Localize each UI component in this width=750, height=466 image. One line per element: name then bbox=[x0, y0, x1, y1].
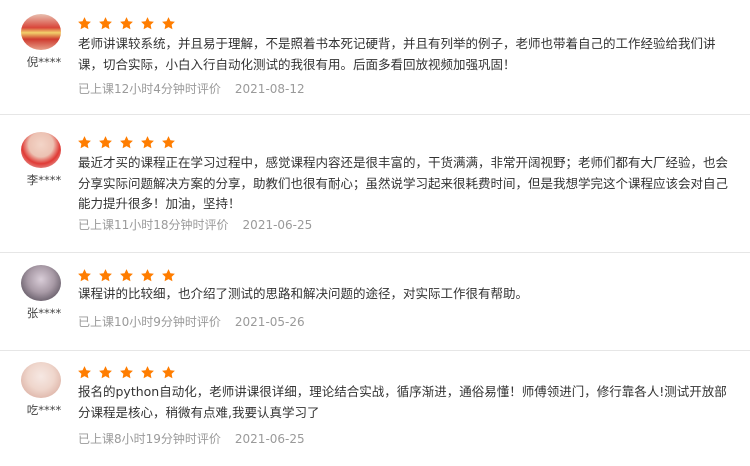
review-date: 2021-06-25 bbox=[242, 218, 313, 232]
study-time: 已上课8小时19分钟时评价 bbox=[78, 432, 221, 446]
username: 吃**** bbox=[26, 403, 62, 417]
study-time: 已上课10小时9分钟时评价 bbox=[78, 315, 221, 329]
review-item: 吃**** 报名的python自动化，老师讲课很详细，理论结合实战，循序渐进，通… bbox=[0, 351, 750, 466]
review-meta: 已上课8小时19分钟时评价 2021-06-25 bbox=[78, 430, 305, 447]
review-meta: 已上课10小时9分钟时评价 2021-05-26 bbox=[78, 313, 305, 330]
star-rating bbox=[77, 16, 176, 31]
avatar[interactable] bbox=[21, 362, 61, 398]
avatar[interactable] bbox=[21, 132, 61, 168]
avatar[interactable] bbox=[21, 265, 61, 301]
star-icon bbox=[98, 135, 113, 150]
star-icon bbox=[119, 365, 134, 380]
review-date: 2021-08-12 bbox=[234, 82, 305, 96]
star-icon bbox=[119, 16, 134, 31]
star-icon bbox=[98, 268, 113, 283]
star-icon bbox=[161, 365, 176, 380]
review-date: 2021-05-26 bbox=[234, 315, 305, 329]
review-comment: 课程讲的比较细，也介绍了测试的思路和解决问题的途径，对实际工作很有帮助。 bbox=[78, 286, 529, 301]
star-icon bbox=[77, 365, 92, 380]
star-icon bbox=[77, 268, 92, 283]
star-icon bbox=[77, 135, 92, 150]
star-icon bbox=[140, 16, 155, 31]
username: 张**** bbox=[26, 306, 62, 320]
review-item: 张**** 课程讲的比较细，也介绍了测试的思路和解决问题的途径，对实际工作很有帮… bbox=[0, 253, 750, 351]
star-icon bbox=[140, 268, 155, 283]
star-icon bbox=[77, 16, 92, 31]
star-rating bbox=[77, 135, 176, 150]
review-item: 倪**** 老师讲课较系统，并且易于理解，不是照着书本死记硬背，并且有列举的例子… bbox=[0, 0, 750, 115]
star-rating bbox=[77, 268, 176, 283]
review-meta: 已上课11小时18分钟时评价 2021-06-25 bbox=[78, 216, 312, 233]
review-meta: 已上课12小时4分钟时评价 2021-08-12 bbox=[78, 80, 305, 97]
star-icon bbox=[119, 135, 134, 150]
star-rating bbox=[77, 365, 176, 380]
review-comment: 老师讲课较系统，并且易于理解，不是照着书本死记硬背，并且有列举的例子，老师也带着… bbox=[78, 36, 716, 72]
star-icon bbox=[98, 16, 113, 31]
star-icon bbox=[140, 365, 155, 380]
star-icon bbox=[119, 268, 134, 283]
study-time: 已上课12小时4分钟时评价 bbox=[78, 82, 221, 96]
username: 李**** bbox=[26, 173, 62, 187]
username: 倪**** bbox=[26, 55, 62, 69]
star-icon bbox=[140, 135, 155, 150]
review-item: 李**** 最近才买的课程正在学习过程中，感觉课程内容还是很丰富的，干货满满，非… bbox=[0, 115, 750, 253]
review-comment: 最近才买的课程正在学习过程中，感觉课程内容还是很丰富的，干货满满，非常开阔视野；… bbox=[78, 155, 729, 211]
star-icon bbox=[161, 135, 176, 150]
review-comment: 报名的python自动化，老师讲课很详细，理论结合实战，循序渐进，通俗易懂！师傅… bbox=[78, 384, 727, 420]
star-icon bbox=[161, 268, 176, 283]
star-icon bbox=[98, 365, 113, 380]
study-time: 已上课11小时18分钟时评价 bbox=[78, 218, 229, 232]
avatar[interactable] bbox=[21, 14, 61, 50]
star-icon bbox=[161, 16, 176, 31]
review-date: 2021-06-25 bbox=[234, 432, 305, 446]
